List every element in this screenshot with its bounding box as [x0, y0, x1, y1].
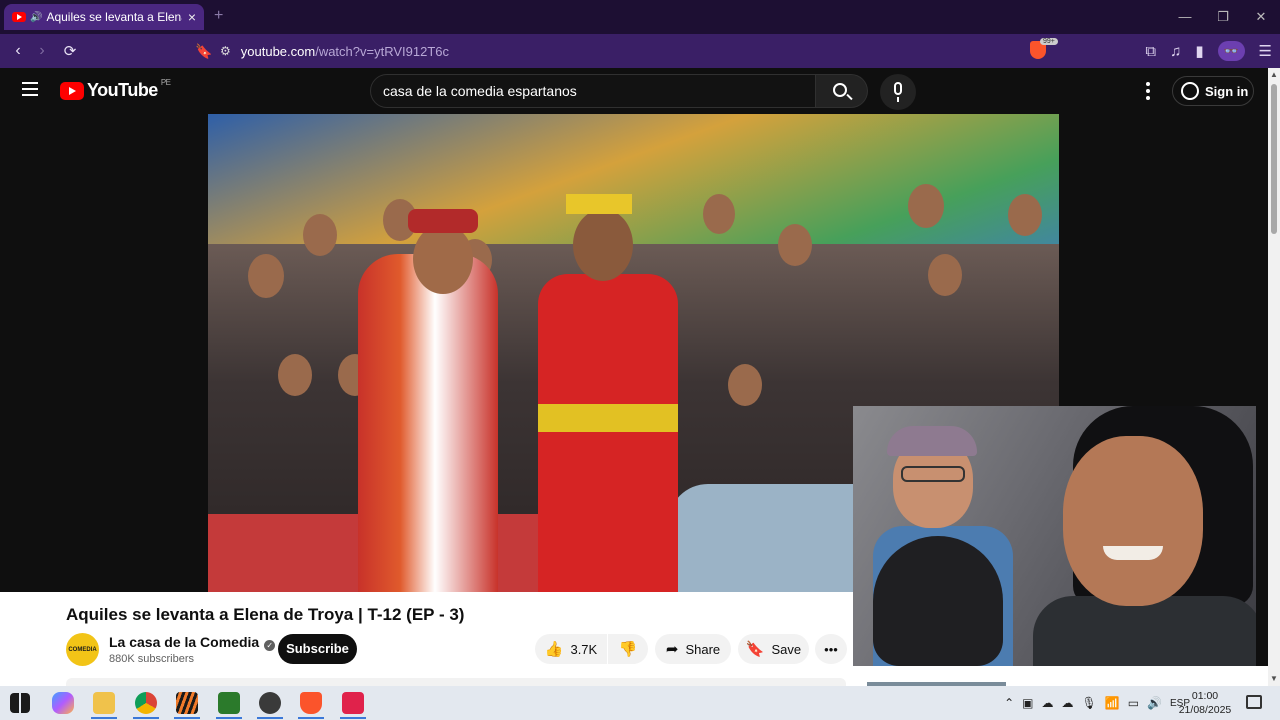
like-button[interactable]: 👍 3.7K — [535, 634, 607, 664]
verified-check-icon: ✓ — [264, 640, 276, 651]
share-label: Share — [685, 641, 721, 657]
tray-app-icon[interactable]: ▣ — [1022, 696, 1033, 710]
tray-cloud-icon[interactable]: ☁ — [1062, 696, 1074, 710]
file-explorer-icon[interactable] — [93, 692, 115, 714]
microphone-tray-icon[interactable]: 🎙 — [1082, 696, 1097, 710]
battery-icon[interactable]: ▭ — [1128, 696, 1139, 710]
clock-time: 01:00 — [1191, 690, 1219, 702]
windows-taskbar: ⌃ ▣ ☁ ☁ 🎙 📶 ▭ 🔊 ESP 01:00 21/08/2025 — [0, 686, 1280, 720]
webcam-overlay — [853, 406, 1256, 666]
description-box-top[interactable] — [66, 678, 846, 686]
wifi-icon[interactable]: 📶 — [1105, 696, 1120, 710]
subscriber-count: 880K subscribers — [109, 653, 194, 665]
address-bar[interactable]: ⚙ youtube.com/watch?v=ytRVI912T6c — [220, 38, 1020, 64]
bookmark-save-icon: 🔖 — [745, 641, 765, 658]
thumbs-up-icon: 👍 — [544, 641, 564, 658]
page-scrollbar[interactable]: ▲ ▼ — [1268, 68, 1280, 686]
window-controls: — ❐ ✕ — [1166, 0, 1280, 34]
video-info-panel: Aquiles se levanta a Elena de Troya | T-… — [0, 592, 853, 686]
webcam-cat — [873, 536, 1003, 666]
search-icon — [833, 83, 847, 97]
related-videos-panel — [853, 666, 1268, 686]
terminal-app-icon[interactable] — [218, 692, 240, 714]
chrome-icon[interactable] — [135, 692, 157, 714]
taskbar-clock[interactable]: 01:00 21/08/2025 — [1176, 689, 1234, 717]
account-icon — [1181, 82, 1199, 100]
country-code: PE — [160, 78, 171, 87]
url-path: /watch?v=ytRVI912T6c — [315, 43, 450, 59]
bookmark-icon[interactable]: 🔖 — [192, 43, 216, 60]
screen: 🔊 Aquiles se levanta a Elena de × + — ❐ … — [0, 0, 1280, 720]
brave-browser-icon[interactable] — [300, 692, 322, 714]
microphone-icon — [894, 82, 902, 95]
youtube-play-icon — [60, 81, 84, 100]
shield-count-badge: 99+ — [1040, 38, 1058, 45]
restore-icon[interactable]: ❐ — [1204, 0, 1242, 34]
sign-in-button[interactable]: Sign in — [1172, 76, 1254, 106]
voice-search-button[interactable] — [880, 74, 916, 110]
save-label: Save — [771, 641, 802, 657]
search-input[interactable]: casa de la comedia espartanos — [370, 74, 816, 108]
sign-in-label: Sign in — [1205, 83, 1249, 99]
system-tray: ⌃ ▣ ☁ ☁ 🎙 📶 ▭ 🔊 ESP — [1004, 686, 1190, 720]
more-dots-icon: ••• — [824, 641, 838, 657]
channel-name[interactable]: La casa de la Comedia — [109, 634, 259, 650]
browser-tab-active[interactable]: 🔊 Aquiles se levanta a Elena de × — [4, 4, 204, 30]
search-button[interactable] — [816, 74, 868, 108]
forward-icon[interactable]: › — [30, 42, 54, 60]
back-icon[interactable]: ‹ — [6, 42, 30, 60]
video-title: Aquiles se levanta a Elena de Troya | T-… — [66, 605, 465, 624]
youtube-favicon-icon — [12, 12, 26, 22]
share-arrow-icon: ➦ — [665, 641, 679, 658]
guide-menu-icon[interactable] — [22, 82, 38, 96]
video-actor-right — [538, 274, 678, 592]
youtube-logo[interactable]: YouTube PE — [60, 78, 171, 101]
tab-close-icon[interactable]: × — [188, 9, 196, 25]
webcam-person-right — [1033, 406, 1256, 666]
obs-icon[interactable] — [259, 692, 281, 714]
media-music-icon[interactable]: ♫ — [1170, 43, 1181, 60]
copilot-icon[interactable] — [52, 692, 74, 714]
tab-title: Aquiles se levanta a Elena de — [46, 10, 182, 24]
channel-name-row[interactable]: La casa de la Comedia ✓ — [109, 634, 276, 651]
menu-icon[interactable]: ☰ — [1259, 42, 1272, 60]
volume-icon[interactable]: 🔊 — [1147, 696, 1162, 710]
like-count: 3.7K — [570, 641, 598, 657]
youtube-wordmark: YouTube — [87, 80, 158, 100]
tiktok-icon[interactable] — [342, 692, 364, 714]
save-button[interactable]: 🔖 Save — [738, 634, 809, 664]
reload-icon[interactable]: ⟳ — [58, 42, 82, 60]
speaker-icon[interactable]: 🔊 — [30, 12, 42, 23]
scrollbar-thumb[interactable] — [1271, 84, 1277, 234]
youtube-header: YouTube PE casa de la comedia espartanos… — [0, 68, 1268, 114]
dislike-button[interactable]: 👎 — [608, 634, 648, 664]
windows-start-icon[interactable] — [10, 693, 30, 713]
sidebar-toggle-icon[interactable]: ▮ — [1195, 42, 1203, 60]
app-stripes-icon[interactable] — [176, 692, 198, 714]
scroll-up-icon[interactable]: ▲ — [1270, 70, 1278, 79]
thumbs-down-icon: 👎 — [618, 641, 638, 658]
toolbar-right-icons: ⧉ ♫ ▮ 👓 ☰ — [1145, 34, 1272, 68]
subscribe-button[interactable]: Subscribe — [278, 634, 357, 664]
new-tab-button[interactable]: + — [214, 7, 223, 25]
leo-ai-icon[interactable]: ⧉ — [1145, 43, 1156, 60]
clock-date: 21/08/2025 — [1178, 704, 1232, 716]
private-glasses-icon[interactable]: 👓 — [1217, 41, 1245, 61]
minimize-icon[interactable]: — — [1166, 0, 1204, 34]
tray-chevron-icon[interactable]: ⌃ — [1004, 696, 1014, 710]
onedrive-icon[interactable]: ☁ — [1042, 696, 1054, 710]
browser-toolbar: ‹ › ⟳ 🔖 ⚙ youtube.com/watch?v=ytRVI912T6… — [0, 34, 1280, 68]
browser-tabstrip: 🔊 Aquiles se levanta a Elena de × + — ❐ … — [0, 0, 1280, 34]
settings-kebab-icon[interactable] — [1146, 82, 1150, 100]
share-button[interactable]: ➦ Share — [655, 634, 731, 664]
site-info-icon[interactable]: ⚙ — [220, 44, 231, 58]
url-host: youtube.com — [240, 43, 316, 59]
more-actions-button[interactable]: ••• — [815, 634, 847, 664]
scroll-down-icon[interactable]: ▼ — [1270, 674, 1278, 683]
notification-center-icon[interactable] — [1246, 695, 1262, 709]
video-actor-left — [358, 254, 498, 592]
close-window-icon[interactable]: ✕ — [1242, 0, 1280, 34]
channel-avatar[interactable]: COMEDIA — [66, 633, 99, 666]
